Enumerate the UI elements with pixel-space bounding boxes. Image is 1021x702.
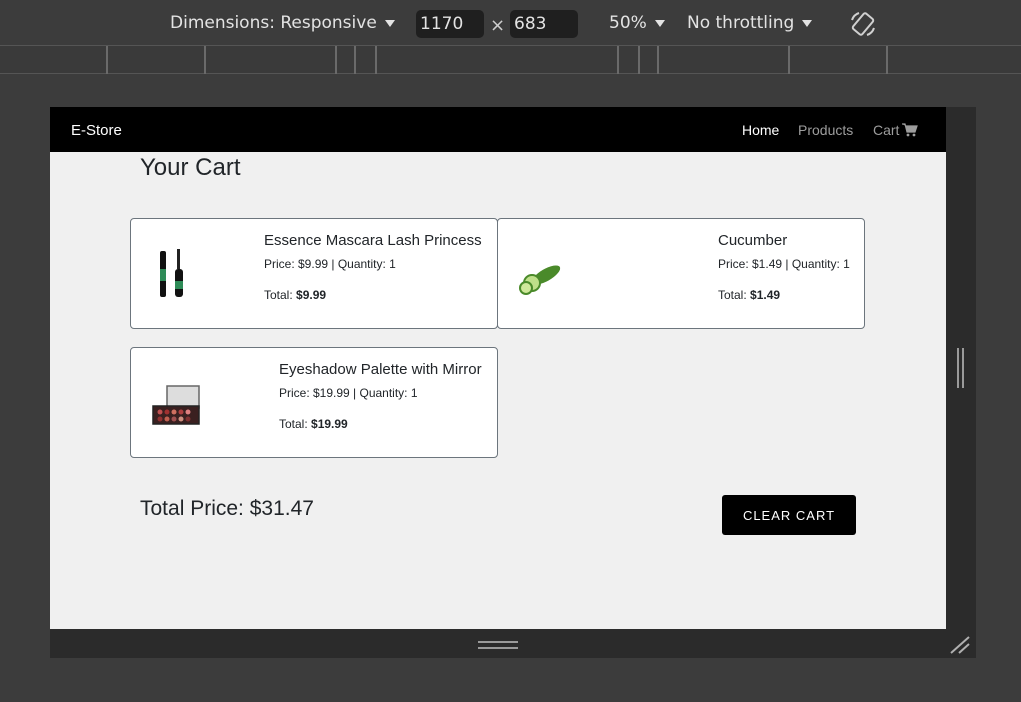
clear-cart-button[interactable]: CLEAR CART <box>722 495 856 535</box>
ruler-tick <box>657 46 659 74</box>
chevron-down-icon <box>802 19 813 27</box>
cart-item-card: Eyeshadow Palette with Mirror Price: $19… <box>130 347 498 458</box>
ruler-tick <box>788 46 790 74</box>
device-toolbar: Dimensions: Responsive × 50% No throttli… <box>0 0 1021 46</box>
ruler-tick <box>204 46 206 74</box>
item-total-value: $9.99 <box>296 288 327 302</box>
navbar: E-Store Home Products Cart <box>50 107 946 152</box>
item-total-label: Total: <box>264 288 297 302</box>
dimensions-label: Dimensions: Responsive <box>170 13 377 33</box>
chevron-down-icon <box>654 19 665 27</box>
times-separator: × <box>490 15 506 36</box>
width-input[interactable] <box>416 10 484 38</box>
nav-products-link[interactable]: Products <box>798 122 853 138</box>
corner-resize-icon[interactable] <box>949 635 971 655</box>
item-price-quantity: Price: $9.99 | Quantity: 1 <box>264 257 396 271</box>
item-name: Cucumber <box>718 232 788 249</box>
cart-total-price: Total Price: $31.47 <box>140 497 314 520</box>
throttling-dropdown[interactable]: No throttling <box>687 13 813 33</box>
mascara-icon <box>157 247 189 306</box>
emulated-viewport: E-Store Home Products Cart Your Cart Ess… <box>50 107 946 629</box>
cucumber-icon <box>518 261 564 300</box>
nav-home-link[interactable]: Home <box>742 122 779 138</box>
item-total-label: Total: <box>718 288 751 302</box>
nav-cart-link[interactable]: Cart <box>873 122 919 138</box>
cart-item-card: Cucumber Price: $1.49 | Quantity: 1 Tota… <box>497 218 865 329</box>
page-title: Your Cart <box>140 154 241 181</box>
rotate-icon[interactable] <box>848 9 878 39</box>
dimensions-dropdown[interactable]: Dimensions: Responsive <box>170 13 395 33</box>
item-total: Total: $1.49 <box>718 288 780 302</box>
cart-item-card: Essence Mascara Lash Princess Price: $9.… <box>130 218 498 329</box>
ruler-tick <box>335 46 337 74</box>
shopping-cart-icon <box>902 123 919 137</box>
height-input[interactable] <box>510 10 578 38</box>
right-resize-handle[interactable] <box>957 348 965 388</box>
item-total: Total: $19.99 <box>279 417 348 431</box>
item-name: Eyeshadow Palette with Mirror <box>279 361 482 378</box>
item-total: Total: $9.99 <box>264 288 326 302</box>
media-query-bar[interactable] <box>0 46 1021 74</box>
ruler-tick <box>354 46 356 74</box>
item-price-quantity: Price: $19.99 | Quantity: 1 <box>279 386 418 400</box>
item-total-value: $1.49 <box>750 288 781 302</box>
brand-link[interactable]: E-Store <box>71 122 122 139</box>
nav-cart-label: Cart <box>873 122 900 138</box>
bottom-resize-handle[interactable] <box>478 641 518 651</box>
zoom-label: 50% <box>609 13 647 33</box>
item-name: Essence Mascara Lash Princess <box>264 232 482 249</box>
zoom-dropdown[interactable]: 50% <box>609 13 665 33</box>
ruler-tick <box>638 46 640 74</box>
chevron-down-icon <box>384 19 395 27</box>
item-total-label: Total: <box>279 417 312 431</box>
ruler-tick <box>617 46 619 74</box>
eyeshadow-palette-icon <box>151 384 203 433</box>
ruler-tick <box>106 46 108 74</box>
ruler-tick <box>375 46 377 74</box>
ruler-tick <box>886 46 888 74</box>
throttling-label: No throttling <box>687 13 795 33</box>
item-price-quantity: Price: $1.49 | Quantity: 1 <box>718 257 850 271</box>
item-total-value: $19.99 <box>311 417 348 431</box>
